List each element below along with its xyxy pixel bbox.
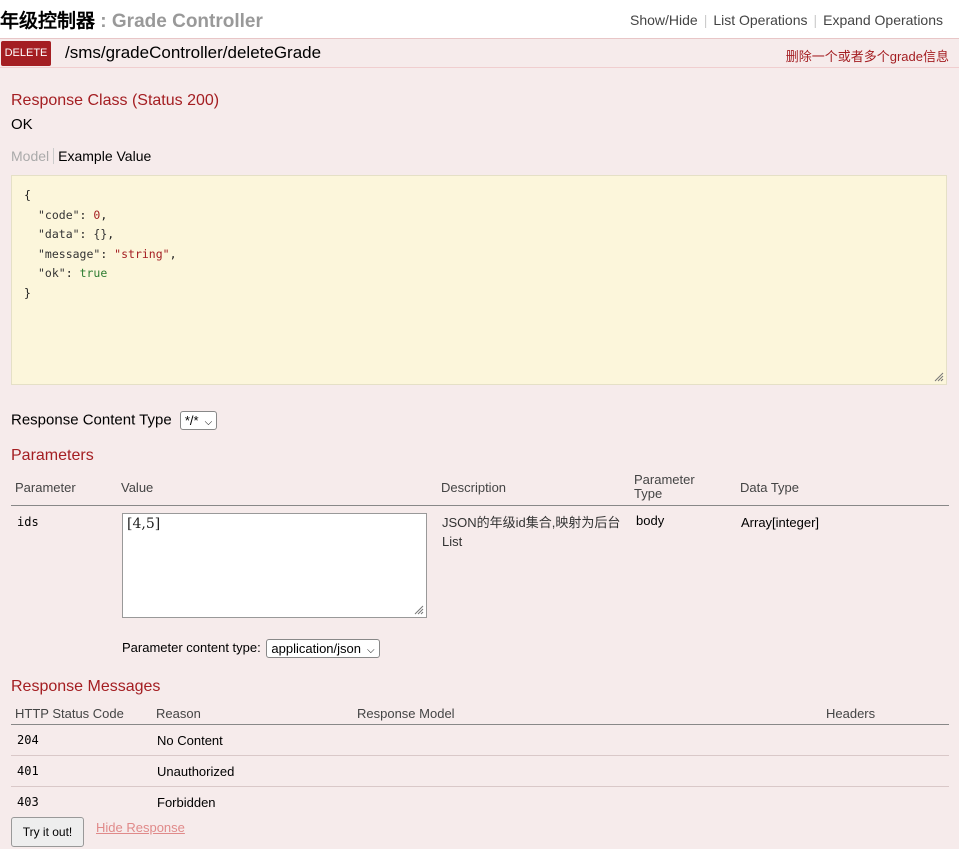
response-content-type-label: Response Content Type [11,411,172,429]
parameters-heading: Parameters [11,447,94,464]
resize-grip-icon[interactable] [932,370,944,382]
param-col-description: Description [441,480,507,495]
operation-path[interactable]: /sms/gradeController/deleteGrade [65,43,321,63]
json-open-brace: { [24,188,31,202]
response-content-type-value: */* [184,413,199,428]
response-content-type: Response Content Type */* ⌵ [11,411,218,430]
response-status-text: OK [11,116,33,133]
param-col-parameter: Parameter [15,480,76,495]
resource-title-separator: : [100,11,107,32]
resp-row-code: 403 [17,795,39,809]
resource-links: Show/Hide | List Operations | Expand Operati… [624,12,949,28]
json-value-code: 0 [93,207,101,222]
operation-heading[interactable]: DELETE /sms/gradeController/deleteGrade … [0,39,959,68]
param-col-parameter-type: Parameter Type [634,472,695,501]
operation-panel: DELETE /sms/gradeController/deleteGrade … [0,38,959,849]
resp-col-reason: Reason [156,706,201,721]
param-content-type-select[interactable]: application/json ⌵ [266,639,380,658]
param-content-type: Parameter content type: application/json… [122,639,380,658]
param-type: body [636,513,665,528]
resp-row-code: 204 [17,733,39,747]
param-data-type[interactable]: Array[integer] [741,515,819,530]
tab-model[interactable]: Model [11,148,55,164]
response-content-type-select[interactable]: */* ⌵ [179,411,218,430]
model-tabs: Model Example Value [11,148,151,164]
expand-operations-link[interactable]: Expand Operations [817,12,949,28]
resp-row-reason: No Content [157,733,223,748]
chevron-down-icon: ⌵ [367,645,375,656]
chevron-down-icon: ⌵ [204,417,213,428]
resource-title-en: Grade Controller [111,11,263,32]
resize-grip-icon[interactable] [412,603,424,615]
resp-col-response-model: Response Model [357,706,455,721]
json-key-data: "data" [38,227,80,241]
tab-example-value[interactable]: Example Value [54,148,151,164]
resp-row-reason: Unauthorized [157,764,235,779]
resp-row-code: 401 [17,764,39,778]
response-class-heading: Response Class (Status 200) [11,92,220,109]
param-col-data-type: Data Type [740,480,800,495]
example-value-block[interactable]: { "code": 0, "data": {}, "message": "str… [11,175,947,385]
param-value-textarea[interactable]: [4,5] [122,513,427,618]
resp-row-reason: Forbidden [157,795,216,810]
resp-header-rule [11,724,949,725]
resp-col-status-code: HTTP Status Code [15,706,124,721]
param-description: JSON的年级id集合,映射为后台List [442,515,621,549]
http-method-badge[interactable]: DELETE [1,41,51,66]
response-messages-heading: Response Messages [11,678,161,695]
param-content-type-label: Parameter content type: [122,639,261,655]
param-col-value: Value [121,480,154,495]
json-value-ok: true [79,266,108,280]
list-operations-link[interactable]: List Operations [707,12,813,28]
json-value-message: "string" [114,246,170,261]
json-close-brace: } [24,285,31,300]
resp-col-headers: Headers [826,706,876,721]
resource-title[interactable]: 年级控制器 : Grade Controller [0,6,263,33]
json-key-ok: "ok" [38,266,66,280]
operation-summary[interactable]: 删除一个或者多个grade信息 [786,46,949,65]
show-hide-link[interactable]: Show/Hide [624,12,704,28]
param-name: ids [17,515,39,529]
hide-response-link[interactable]: Hide Response [96,820,185,835]
json-key-code: "code" [38,207,80,222]
param-header-rule [11,505,949,506]
json-key-message: "message" [38,246,101,261]
table-row-divider [11,786,949,787]
param-value-text: [4,5] [127,516,161,532]
try-it-out-button[interactable]: Try it out! [11,817,84,847]
table-row-divider [11,755,949,756]
json-value-data: {} [93,227,108,241]
resource-title-cn: 年级控制器 [0,11,96,32]
resource-header: 年级控制器 : Grade Controller Show/Hide | List … [0,0,959,38]
param-content-type-value: application/json [271,641,361,656]
